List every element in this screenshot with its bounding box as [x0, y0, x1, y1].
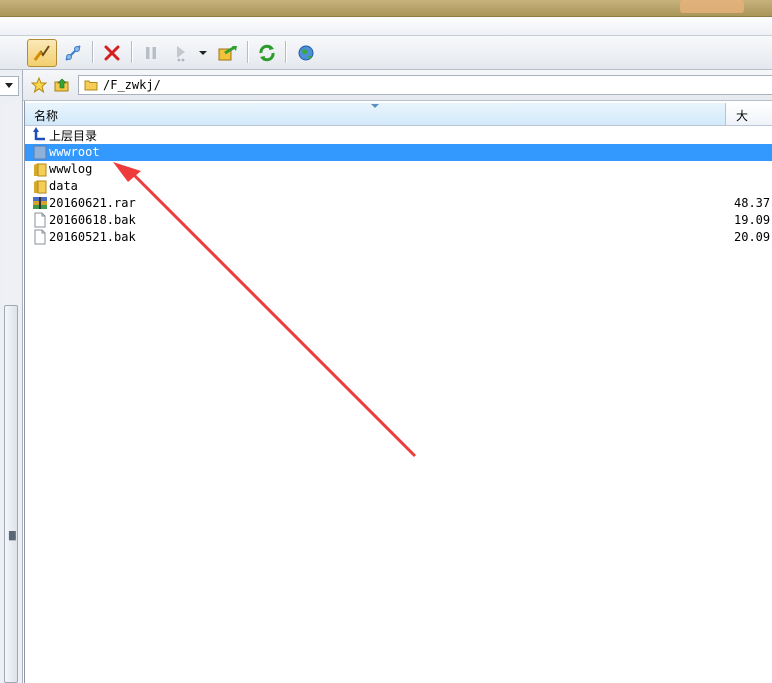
list-item-parent-dir[interactable]: 上层目录	[25, 126, 772, 143]
file-icon	[34, 229, 46, 245]
file-name: wwwroot	[49, 145, 100, 159]
address-bar: /F_zwkj/	[23, 70, 772, 101]
list-item-data[interactable]: data	[25, 178, 772, 195]
play-button[interactable]	[166, 39, 196, 67]
file-name: wwwlog	[49, 162, 93, 176]
quick-connect-button[interactable]	[58, 39, 88, 67]
folder-icon	[34, 180, 47, 194]
file-icon	[34, 212, 46, 228]
disconnect-button[interactable]	[97, 39, 127, 67]
chevron-down-icon	[5, 83, 13, 88]
column-header-name[interactable]: 名称	[25, 103, 726, 125]
file-name: data	[49, 179, 78, 193]
transfer-button[interactable]	[213, 39, 243, 67]
folder-icon	[34, 163, 47, 177]
list-item-rar[interactable]: 20160621.rar 48.37	[25, 195, 772, 212]
rar-archive-icon	[33, 197, 47, 209]
play-icon	[177, 46, 185, 62]
list-item-wwwlog[interactable]: wwwlog	[25, 161, 772, 178]
refresh-icon	[259, 44, 275, 62]
file-name: 上层目录	[49, 129, 98, 143]
pause-button[interactable]	[136, 39, 166, 67]
star-favorite-icon[interactable]	[31, 77, 47, 93]
local-pane-scroll-thumb[interactable]	[4, 305, 18, 683]
transfer-icon	[218, 45, 237, 61]
up-folder-icon[interactable]	[54, 77, 70, 93]
file-name: 20160621.rar	[49, 196, 136, 210]
file-name: 20160618.bak	[49, 213, 136, 227]
connect-button[interactable]	[27, 39, 57, 67]
list-item-bak-0521[interactable]: 20160521.bak 20.09	[25, 229, 772, 246]
refresh-button[interactable]	[252, 39, 282, 67]
list-item-wwwroot[interactable]: wwwroot	[25, 144, 772, 161]
file-list-header: 名称 大	[25, 103, 772, 126]
sort-indicator-icon	[371, 104, 379, 108]
web-globe-icon	[298, 45, 314, 61]
remote-path-field[interactable]: /F_zwkj/	[78, 75, 772, 95]
play-dropdown[interactable]	[195, 39, 211, 67]
list-item-bak-0618[interactable]: 20160618.bak 19.09	[25, 212, 772, 229]
connect-icon	[33, 45, 50, 61]
quick-connect-icon	[65, 45, 81, 61]
column-header-size[interactable]: 大	[736, 107, 748, 124]
file-size: 20.09	[734, 230, 771, 244]
folder-icon	[33, 145, 47, 160]
remote-file-list: 名称 大 上层目录 wwwroot wwwlog data 20160621.r…	[24, 101, 772, 683]
menu-band	[0, 17, 772, 36]
dropdown-arrow-icon	[199, 51, 207, 55]
folder-icon	[84, 80, 98, 91]
web-button[interactable]	[291, 39, 321, 67]
window-title-bar	[0, 0, 772, 17]
title-bar-button[interactable]	[680, 0, 744, 13]
parent-dir-icon	[33, 127, 45, 141]
disconnect-icon	[104, 45, 120, 61]
toolbar	[0, 36, 772, 70]
pause-icon	[146, 47, 156, 59]
file-size: 48.37	[734, 196, 771, 210]
column-header-name-label: 名称	[34, 109, 59, 123]
remote-path-text: /F_zwkj/	[103, 78, 161, 92]
local-path-dropdown[interactable]	[0, 76, 19, 96]
scroll-grip-icon: ▬ ▬ ▬	[8, 528, 17, 544]
file-name: 20160521.bak	[49, 230, 136, 244]
file-size: 19.09	[734, 213, 771, 227]
